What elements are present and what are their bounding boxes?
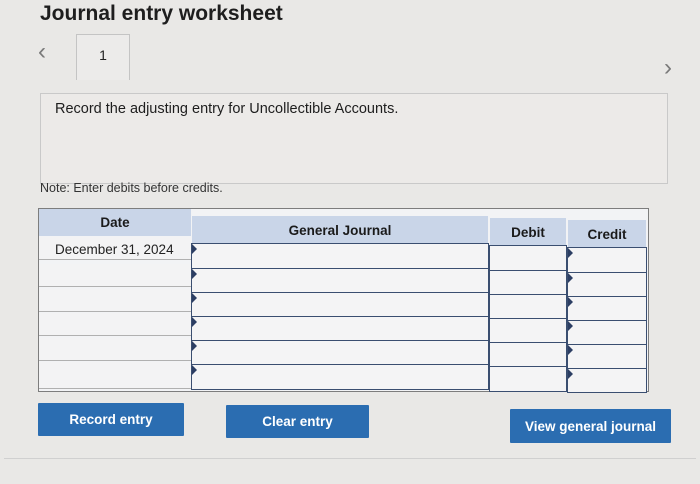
date-cell[interactable] [39, 313, 191, 336]
debit-input[interactable] [489, 270, 567, 296]
journal-input[interactable] [191, 340, 489, 366]
journal-input[interactable] [191, 364, 489, 390]
date-cell[interactable] [39, 289, 191, 312]
debit-input[interactable] [489, 318, 567, 344]
credit-input[interactable] [567, 247, 647, 273]
record-entry-button[interactable]: Record entry [38, 403, 184, 436]
debit-input[interactable] [489, 366, 567, 392]
header-debit: Debit [490, 218, 566, 246]
date-cell[interactable] [39, 264, 191, 287]
view-general-journal-button[interactable]: View general journal [510, 409, 671, 443]
next-arrow-icon[interactable]: › [664, 54, 672, 82]
tab-1[interactable]: 1 [76, 34, 130, 80]
question-text: Record the adjusting entry for Uncollect… [55, 101, 399, 117]
divider [4, 458, 696, 459]
journal-input[interactable] [191, 268, 489, 294]
journal-input[interactable] [191, 316, 489, 342]
debit-input[interactable] [489, 294, 567, 320]
journal-input[interactable] [191, 243, 489, 269]
debit-input[interactable] [489, 245, 567, 271]
journal-input[interactable] [191, 292, 489, 318]
date-cell[interactable]: December 31, 2024 [39, 237, 191, 260]
clear-entry-button[interactable]: Clear entry [226, 405, 369, 438]
debit-input[interactable] [489, 342, 567, 368]
date-cell[interactable] [39, 338, 191, 361]
credit-input[interactable] [567, 296, 647, 322]
credit-input[interactable] [567, 272, 647, 298]
credit-input[interactable] [567, 368, 647, 393]
prev-arrow-icon[interactable]: ‹ [38, 38, 46, 66]
header-date: Date [39, 209, 191, 236]
credit-input[interactable] [567, 344, 647, 370]
header-general-journal: General Journal [192, 216, 488, 244]
date-cell[interactable] [39, 362, 191, 389]
credit-input[interactable] [567, 320, 647, 346]
note-text: Note: Enter debits before credits. [40, 181, 223, 195]
header-credit: Credit [568, 220, 646, 248]
page-title: Journal entry worksheet [40, 2, 283, 25]
